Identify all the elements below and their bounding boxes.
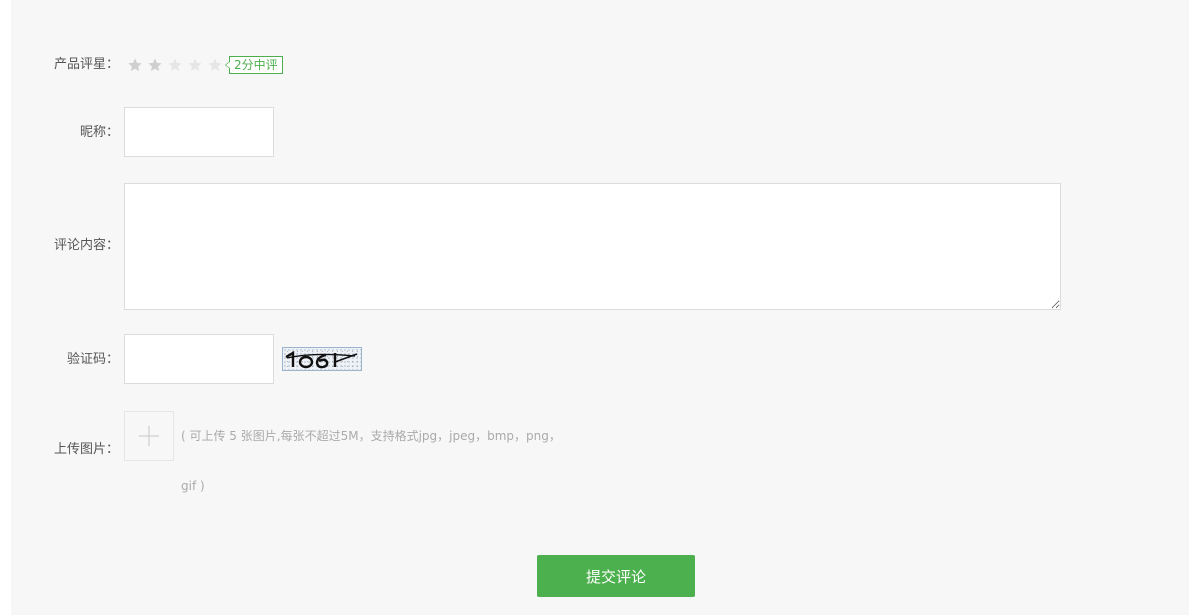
star-1-icon[interactable] bbox=[125, 56, 145, 74]
content-label: 评论内容： bbox=[53, 238, 119, 253]
upload-hint: ( 可上传 5 张图片,每张不超过5M，支持格式jpg，jpeg，bmp，png… bbox=[181, 426, 581, 496]
submit-review-button[interactable]: 提交评论 bbox=[537, 555, 695, 597]
star-2-icon[interactable] bbox=[145, 56, 165, 74]
nickname-label: 昵称： bbox=[79, 125, 119, 140]
captcha-glyphs bbox=[285, 350, 358, 369]
rating-label: 产品评星： bbox=[53, 57, 119, 72]
star-3-icon[interactable] bbox=[165, 56, 185, 74]
star-rating[interactable]: 2分中评 bbox=[125, 56, 283, 74]
captcha-input[interactable] bbox=[124, 334, 274, 384]
captcha-label: 验证码： bbox=[66, 352, 119, 367]
rating-tag: 2分中评 bbox=[225, 56, 283, 74]
star-5-icon[interactable] bbox=[205, 56, 225, 74]
star-4-icon[interactable] bbox=[185, 56, 205, 74]
captcha-image[interactable] bbox=[282, 347, 362, 371]
content-textarea[interactable] bbox=[124, 183, 1061, 310]
upload-image-button[interactable] bbox=[124, 411, 174, 461]
upload-label: 上传图片： bbox=[53, 442, 119, 457]
upload-hint-line2: gif ) bbox=[181, 479, 205, 493]
nickname-input[interactable] bbox=[124, 107, 274, 157]
upload-hint-line1: ( 可上传 5 张图片,每张不超过5M，支持格式jpg，jpeg，bmp，png… bbox=[181, 429, 561, 443]
plus-icon bbox=[139, 426, 159, 446]
